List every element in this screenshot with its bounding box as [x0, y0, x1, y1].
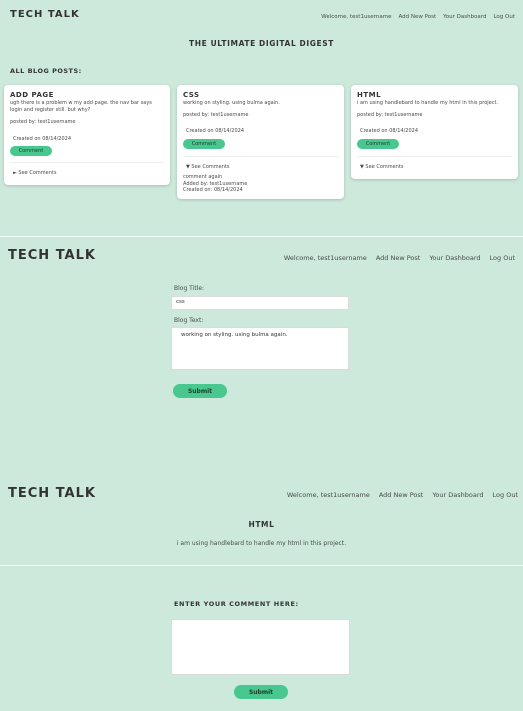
brand-logo[interactable]: Tech Talk: [8, 248, 96, 263]
nav-logout[interactable]: Log Out: [493, 14, 515, 20]
brand-logo[interactable]: Tech Talk: [10, 9, 80, 20]
post-body: working on styling. using bulma again.: [183, 100, 280, 106]
nav-dashboard[interactable]: Your Dashboard: [443, 14, 486, 20]
blog-title-label: Blog Title:: [174, 285, 205, 292]
post-detail-section: Tech Talk Welcome, test1username Add New…: [0, 479, 523, 565]
post-card: html i am using handlebard to handle my …: [351, 85, 518, 179]
nav-dashboard[interactable]: Your Dashboard: [432, 491, 483, 499]
edit-post-section: Tech Talk Welcome, test1username Add New…: [0, 237, 523, 479]
comment-created: Created on: 08/14/2024: [183, 187, 243, 193]
all-posts-heading: All Blog Posts:: [10, 67, 82, 75]
blog-text-textarea[interactable]: working on styling. using bulma again.: [171, 327, 349, 370]
top-nav: Welcome, test1username Add New Post Your…: [321, 14, 515, 20]
top-nav: Welcome, test1username Add New Post Your…: [284, 254, 515, 262]
comment-form-section: Enter your comment here: Submit: [0, 566, 523, 711]
brand-logo[interactable]: Tech Talk: [8, 486, 96, 501]
card-divider: [357, 156, 512, 157]
nav-welcome: Welcome, test1username: [321, 14, 392, 20]
post-body: ugh there is a problem w my add page. th…: [10, 100, 152, 113]
post-card: add page ugh there is a problem w my add…: [4, 85, 170, 185]
nav-logout[interactable]: Log Out: [493, 491, 518, 499]
post-created: Created on 08/14/2024: [13, 136, 72, 142]
comment-button[interactable]: Comment: [357, 139, 399, 149]
card-divider: [10, 162, 164, 163]
blog-text-label: Blog Text:: [174, 317, 204, 324]
page-title: The Ultimate Digital Digest: [189, 39, 334, 48]
card-divider: [183, 156, 338, 157]
post-title: css: [183, 91, 200, 99]
comment-label: Enter your comment here:: [174, 600, 299, 608]
post-card: css working on styling. using bulma agai…: [177, 85, 344, 199]
blog-title-input[interactable]: css: [171, 296, 349, 310]
post-title: add page: [10, 91, 54, 99]
post-author: posted by: test1username: [10, 119, 76, 125]
homepage-section: Tech Talk Welcome, test1username Add New…: [0, 0, 523, 236]
post-created: Created on 08/14/2024: [360, 128, 419, 134]
post-created: Created on 08/14/2024: [186, 128, 245, 134]
top-nav: Welcome, test1username Add New Post Your…: [287, 491, 518, 499]
nav-add-new-post[interactable]: Add New Post: [398, 14, 436, 20]
nav-dashboard[interactable]: Your Dashboard: [429, 254, 480, 262]
submit-comment-button[interactable]: Submit: [234, 685, 288, 699]
nav-logout[interactable]: Log Out: [490, 254, 515, 262]
post-author: posted by: test1username: [357, 112, 423, 118]
post-author: posted by: test1username: [183, 112, 249, 118]
see-comments-toggle[interactable]: ▼ See Comments: [360, 164, 403, 170]
see-comments-toggle[interactable]: ► See Comments: [13, 170, 56, 176]
post-body: i am using handlebard to handle my html …: [176, 540, 347, 547]
post-title: html: [248, 520, 275, 529]
nav-add-new-post[interactable]: Add New Post: [376, 254, 421, 262]
nav-welcome: Welcome, test1username: [283, 254, 367, 262]
comment-textarea[interactable]: [171, 619, 350, 675]
nav-welcome: Welcome, test1username: [286, 491, 370, 499]
comment-button[interactable]: Comment: [183, 139, 225, 149]
post-title: html: [357, 91, 382, 99]
submit-button[interactable]: Submit: [173, 384, 227, 398]
nav-add-new-post[interactable]: Add New Post: [379, 491, 424, 499]
post-body: i am using handlebard to handle my html …: [357, 100, 499, 106]
comment-button[interactable]: Comment: [10, 146, 52, 156]
see-comments-toggle[interactable]: ▼ See Comments: [186, 164, 229, 170]
